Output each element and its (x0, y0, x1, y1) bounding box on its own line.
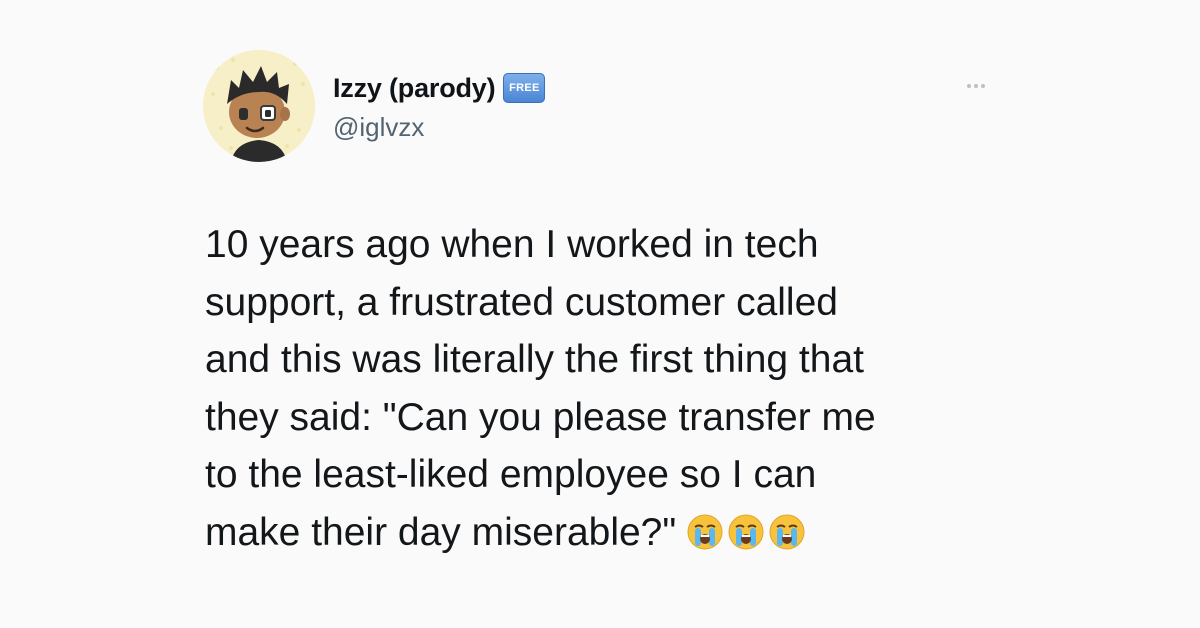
author-display-name[interactable]: Izzy (parody) (333, 73, 496, 104)
tweet-line: 10 years ago when I worked in tech (205, 223, 819, 266)
tweet-line: support, a frustrated customer called (205, 280, 838, 324)
loudly-crying-face-icon (769, 514, 805, 549)
tweet-card: Izzy (parody) FREE @iglvzx 10 years ago … (0, 0, 1200, 628)
more-dot (967, 84, 971, 88)
tweet-line: and this was literally the first thing t… (205, 338, 864, 381)
free-badge: FREE (503, 73, 546, 103)
loudly-crying-face-icon (687, 514, 723, 549)
author-avatar[interactable] (203, 50, 315, 162)
more-options-icon[interactable] (956, 74, 996, 98)
tweet-line: they said: "Can you please transfer me (205, 395, 876, 439)
tweet-line: to the least-liked employee so I can (205, 453, 817, 496)
more-dot (974, 84, 978, 88)
tweet-text: 10 years ago when I worked in tech suppo… (205, 216, 1005, 561)
emoji-group (686, 513, 806, 551)
more-dot (981, 84, 985, 88)
villager-avatar-icon (203, 50, 315, 162)
tweet-line-text: make their day miserable?" (205, 510, 677, 554)
author-name-row: Izzy (parody) FREE (333, 68, 546, 108)
tweet-line-last: make their day miserable?" (205, 504, 1005, 562)
loudly-crying-face-icon (728, 514, 764, 549)
author-handle[interactable]: @iglvzx (333, 112, 424, 143)
